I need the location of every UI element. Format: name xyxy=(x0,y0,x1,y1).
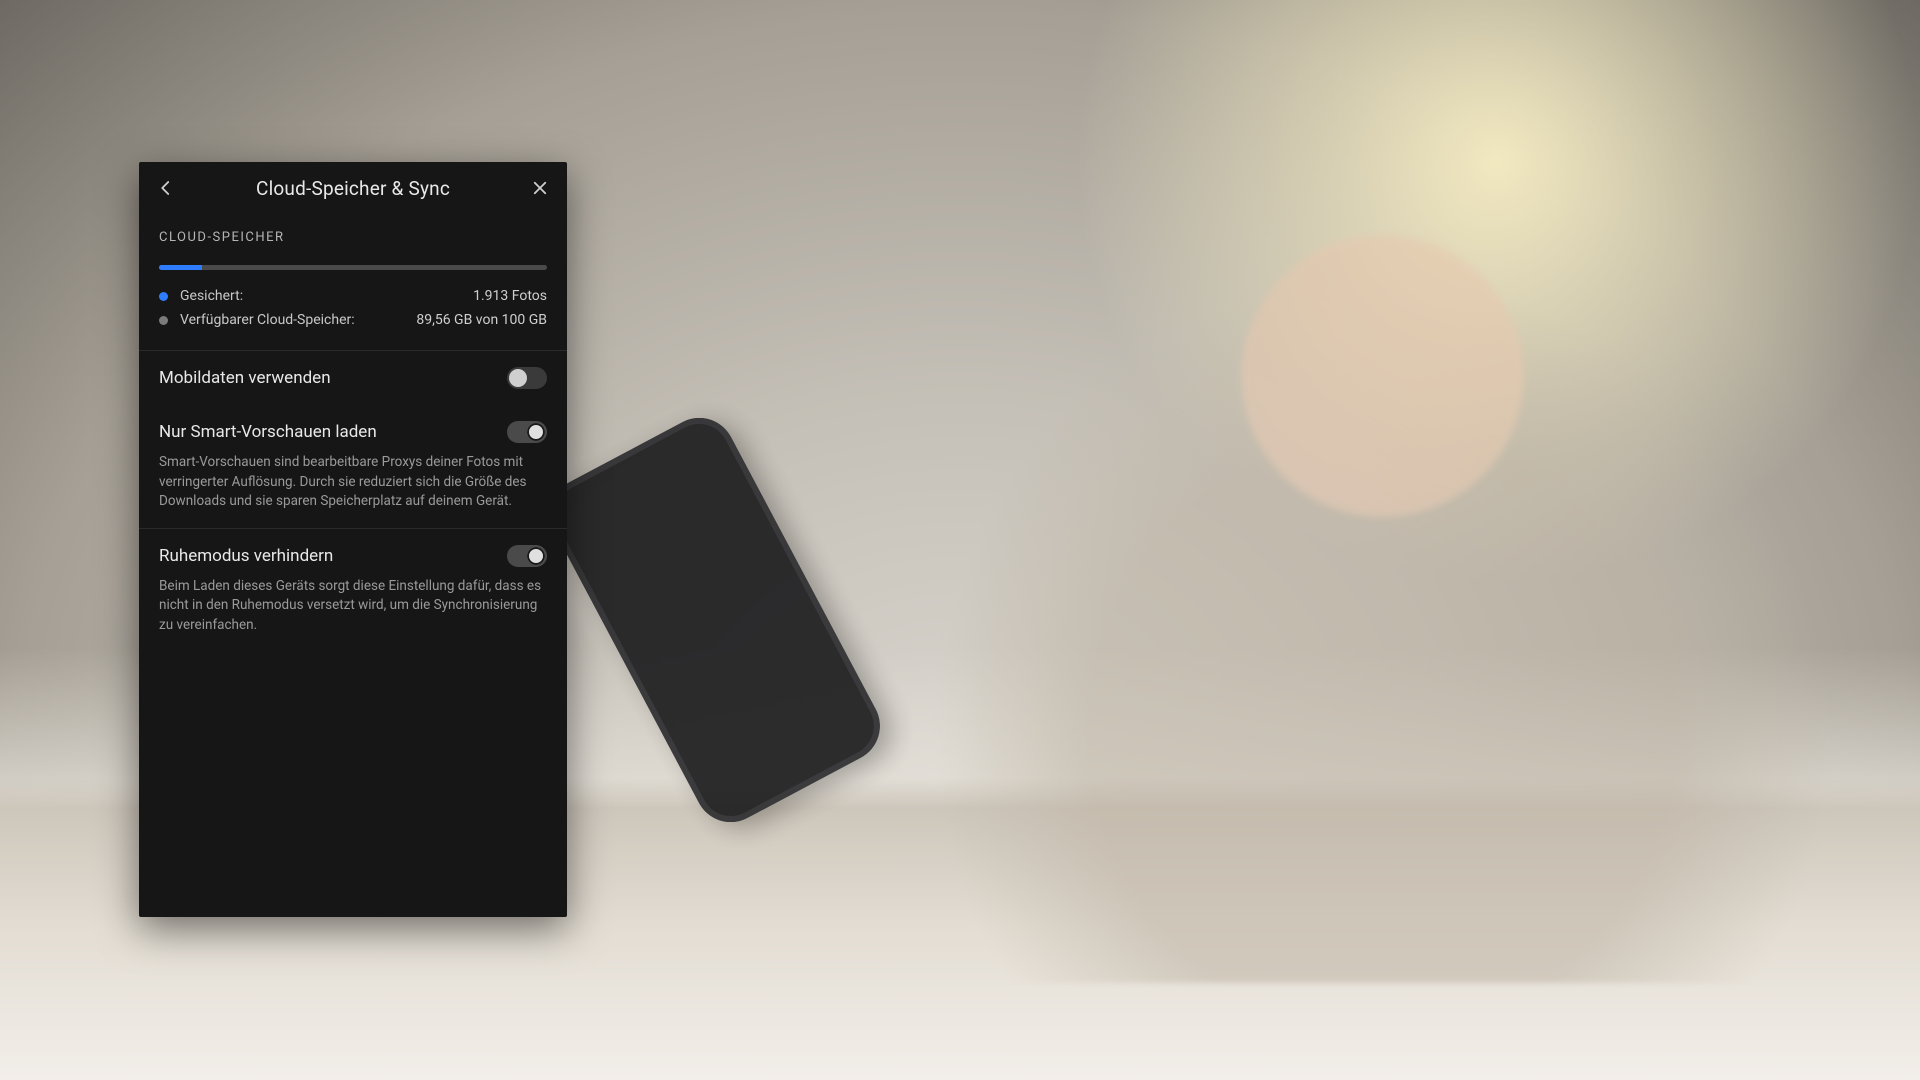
setting-prevent-sleep: Ruhemodus verhindern Beim Laden dieses G… xyxy=(139,529,567,652)
setting-title: Mobildaten verwenden xyxy=(159,368,331,388)
toggle-knob xyxy=(527,423,545,441)
toggle-prevent-sleep[interactable] xyxy=(507,545,547,567)
storage-row-available: Verfügbarer Cloud-Speicher: 89,56 GB von… xyxy=(159,308,547,332)
toggle-smart-previews[interactable] xyxy=(507,421,547,443)
setting-head: Nur Smart-Vorschauen laden xyxy=(159,421,547,443)
cloud-sync-panel: Cloud-Speicher & Sync CLOUD-SPEICHER Ges… xyxy=(139,162,567,917)
storage-bar-used xyxy=(159,265,202,270)
storage-row-value: 89,56 GB von 100 GB xyxy=(416,312,547,328)
bg-person xyxy=(922,140,1844,982)
setting-description: Beim Laden dieses Geräts sorgt diese Ein… xyxy=(159,577,547,636)
toggle-knob xyxy=(527,547,545,565)
dot-icon xyxy=(159,316,168,325)
storage-label-text: Verfügbarer Cloud-Speicher: xyxy=(180,312,355,328)
setting-mobile-data: Mobildaten verwenden xyxy=(139,351,567,405)
storage-row-label: Gesichert: xyxy=(159,288,243,304)
storage-row-value: 1.913 Fotos xyxy=(473,288,547,304)
setting-head: Ruhemodus verhindern xyxy=(159,545,547,567)
setting-title: Nur Smart-Vorschauen laden xyxy=(159,422,377,442)
toggle-knob xyxy=(509,369,527,387)
setting-head: Mobildaten verwenden xyxy=(159,367,547,389)
storage-label-text: Gesichert: xyxy=(180,288,243,304)
back-button[interactable] xyxy=(149,171,183,205)
storage-bar xyxy=(159,265,547,270)
storage-row-backed-up: Gesichert: 1.913 Fotos xyxy=(159,284,547,308)
close-button[interactable] xyxy=(523,171,557,205)
dot-icon xyxy=(159,292,168,301)
panel-header: Cloud-Speicher & Sync xyxy=(139,162,567,214)
storage-rows: Gesichert: 1.913 Fotos Verfügbarer Cloud… xyxy=(139,278,567,350)
chevron-left-icon xyxy=(157,179,175,197)
panel-title: Cloud-Speicher & Sync xyxy=(183,177,523,200)
setting-title: Ruhemodus verhindern xyxy=(159,546,333,566)
section-label-cloud-storage: CLOUD-SPEICHER xyxy=(139,214,567,251)
storage-row-label: Verfügbarer Cloud-Speicher: xyxy=(159,312,355,328)
toggle-mobile-data[interactable] xyxy=(507,367,547,389)
close-icon xyxy=(531,179,549,197)
setting-smart-previews: Nur Smart-Vorschauen laden Smart-Vorscha… xyxy=(139,405,567,528)
setting-description: Smart-Vorschauen sind bearbeitbare Proxy… xyxy=(159,453,547,512)
